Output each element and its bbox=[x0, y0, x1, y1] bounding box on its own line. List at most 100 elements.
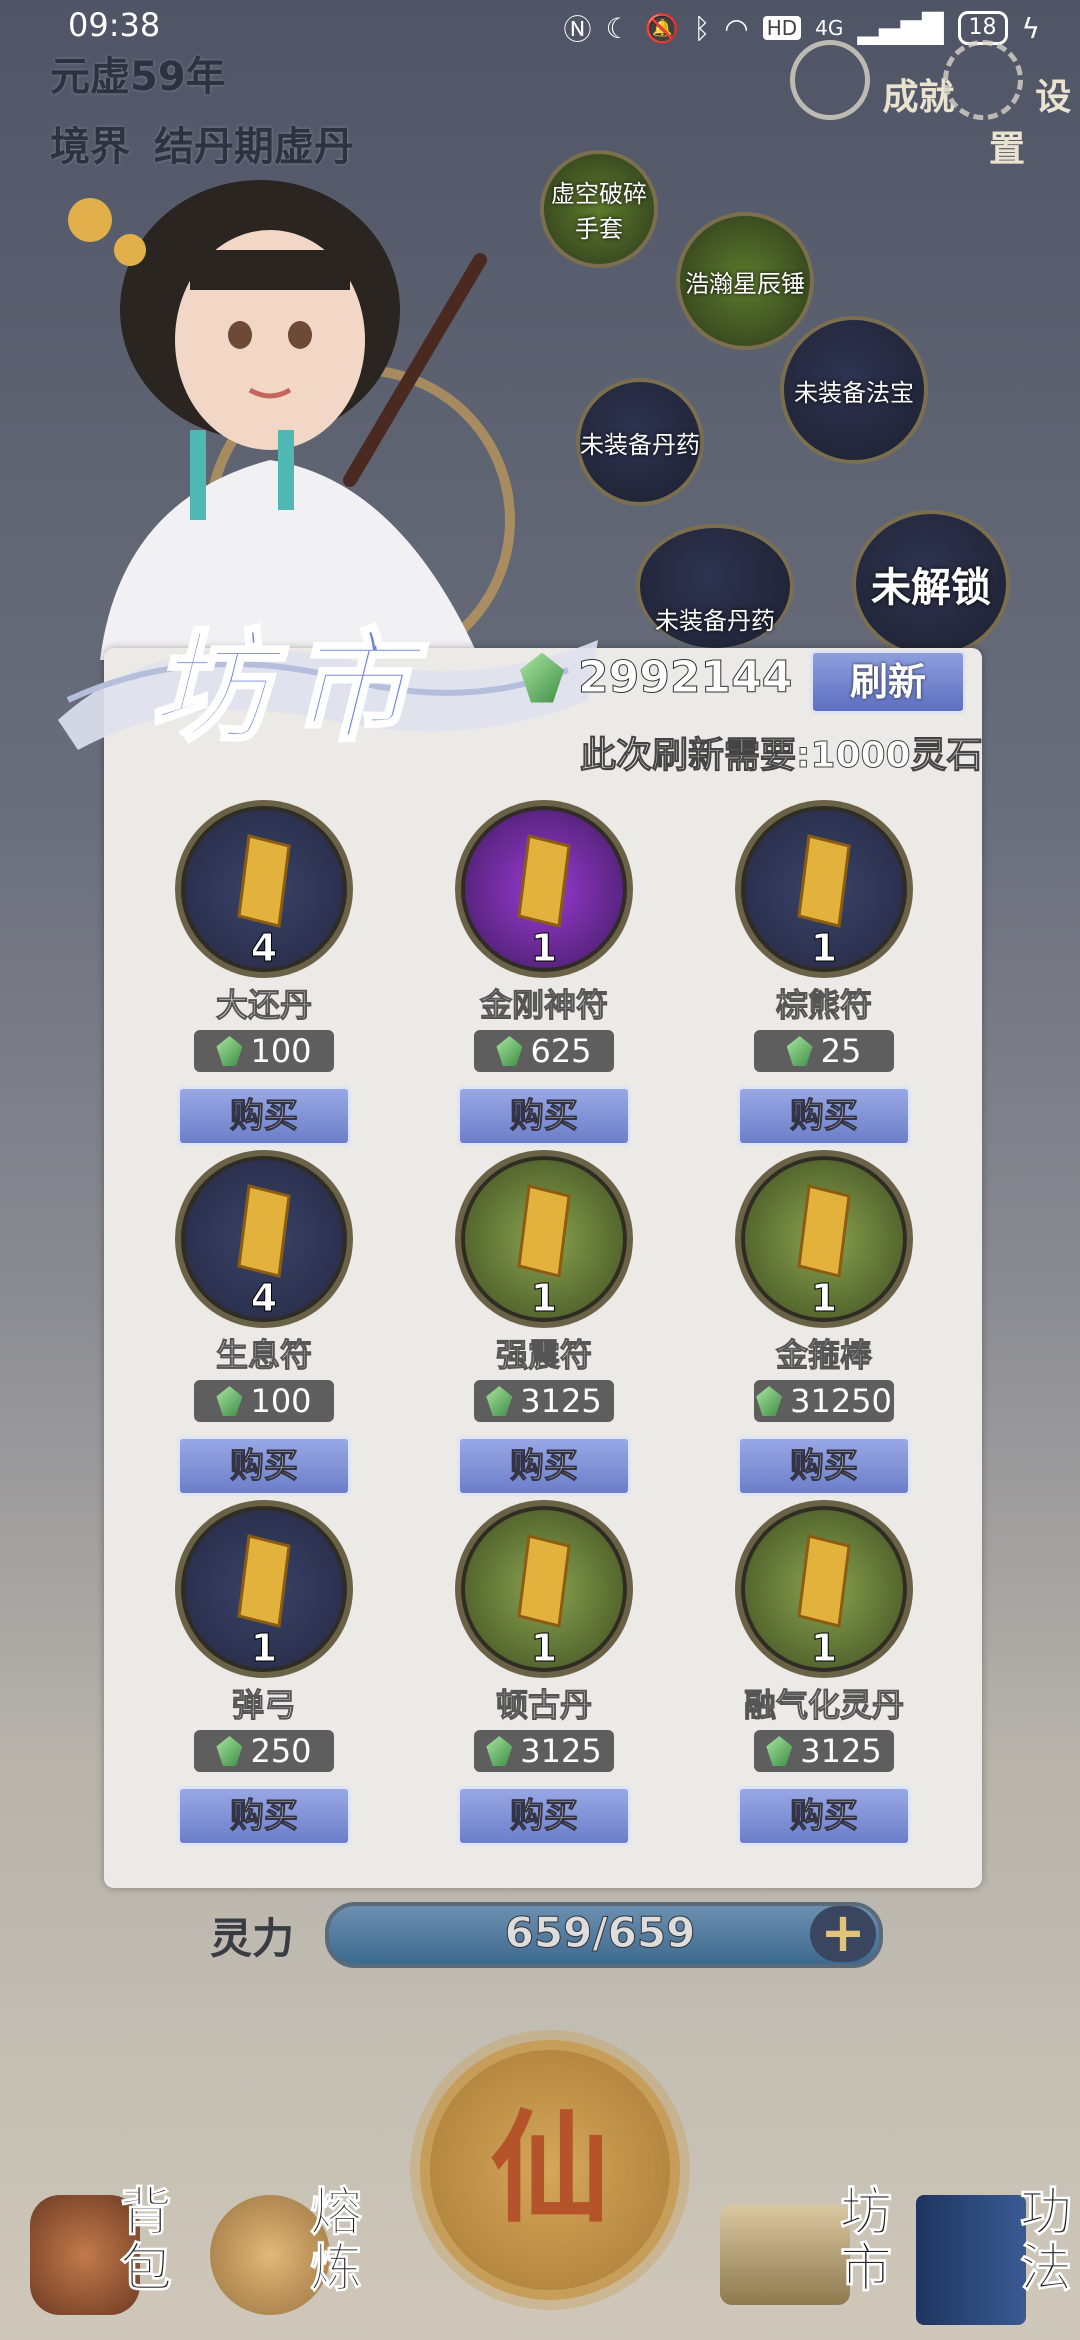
achievements-button[interactable]: 成就 bbox=[790, 40, 955, 120]
item-price-value: 3125 bbox=[520, 1732, 602, 1770]
nav-bag[interactable]: 背包 bbox=[20, 2175, 190, 2335]
item-price-value: 3125 bbox=[520, 1382, 602, 1420]
item-price-value: 25 bbox=[820, 1032, 862, 1070]
market-item: 1 金箍棒 31250 购买 bbox=[734, 1150, 914, 1496]
item-icon[interactable]: 1 bbox=[735, 800, 913, 978]
equip-slot-label: 虚空破碎手套 bbox=[551, 180, 647, 243]
spirit-stone-icon bbox=[496, 1036, 523, 1066]
cultivate-button[interactable]: 仙 bbox=[420, 2040, 680, 2300]
item-icon[interactable]: 1 bbox=[455, 800, 633, 978]
equip-slot-label: 未装备丹药 bbox=[655, 606, 775, 635]
market-item: 4 生息符 100 购买 bbox=[174, 1150, 354, 1496]
item-icon[interactable]: 1 bbox=[455, 1150, 633, 1328]
equip-slot-treasure[interactable]: 未装备法宝 bbox=[780, 316, 928, 464]
item-price-value: 100 bbox=[250, 1032, 312, 1070]
spirit-stone-icon bbox=[216, 1036, 243, 1066]
mute-icon: 🔕 bbox=[644, 11, 680, 45]
equip-slot-pill-1[interactable]: 未装备丹药 bbox=[576, 378, 704, 506]
item-art-icon bbox=[237, 1184, 291, 1278]
spirit-stone-icon bbox=[756, 1386, 783, 1416]
item-icon[interactable]: 1 bbox=[455, 1500, 633, 1678]
item-name: 弹弓 bbox=[231, 1686, 296, 1725]
item-quantity: 1 bbox=[810, 926, 838, 971]
buy-button[interactable]: 购买 bbox=[737, 1086, 911, 1146]
equip-slot-label: 未装备丹药 bbox=[580, 430, 700, 459]
equip-slot-gloves[interactable]: 虚空破碎手套 bbox=[540, 150, 658, 268]
item-art-icon bbox=[517, 834, 571, 928]
item-name: 棕熊符 bbox=[775, 986, 872, 1025]
item-name: 融气化灵丹 bbox=[743, 1686, 904, 1725]
settings-button[interactable]: 设置 bbox=[934, 40, 1080, 172]
bluetooth-icon: ᛒ bbox=[693, 11, 711, 45]
spirit-stone-icon bbox=[486, 1386, 513, 1416]
spirit-label: 灵力 bbox=[210, 1914, 295, 1963]
nav-bag-label: 背包 bbox=[119, 2183, 173, 2299]
item-icon[interactable]: 4 bbox=[175, 800, 353, 978]
market-title: 坊市 bbox=[148, 617, 430, 760]
item-name: 金刚神符 bbox=[479, 986, 608, 1025]
item-art-icon bbox=[237, 1534, 291, 1628]
buy-button[interactable]: 购买 bbox=[177, 1086, 351, 1146]
equip-slot-locked: 未解锁 bbox=[852, 510, 1010, 658]
item-price: 3125 bbox=[474, 1730, 614, 1772]
buy-button[interactable]: 购买 bbox=[457, 1786, 631, 1846]
market-item: 1 融气化灵丹 3125 购买 bbox=[734, 1500, 914, 1846]
moon-star-icon bbox=[790, 40, 870, 120]
item-icon[interactable]: 1 bbox=[735, 1500, 913, 1678]
spirit-stone-count: 2992144 bbox=[577, 652, 793, 704]
refresh-button[interactable]: 刷新 bbox=[810, 650, 966, 714]
scroll-icon bbox=[720, 2205, 850, 2305]
buy-button[interactable]: 购买 bbox=[737, 1786, 911, 1846]
item-price-value: 250 bbox=[250, 1732, 312, 1770]
item-name: 金箍棒 bbox=[775, 1336, 872, 1375]
spirit-stone-icon bbox=[216, 1386, 243, 1416]
item-name: 大还丹 bbox=[215, 986, 312, 1025]
nav-market[interactable]: 坊市 bbox=[710, 2175, 900, 2335]
equip-slot-pill-2[interactable]: 未装备丹药 bbox=[636, 524, 794, 648]
nav-skills-label: 功法 bbox=[1019, 2183, 1073, 2299]
item-art-icon bbox=[517, 1534, 571, 1628]
market-item: 1 顿古丹 3125 购买 bbox=[454, 1500, 634, 1846]
item-quantity: 1 bbox=[530, 1626, 558, 1671]
nfc-icon: Ⓝ bbox=[563, 13, 592, 46]
item-icon[interactable]: 4 bbox=[175, 1150, 353, 1328]
buy-button[interactable]: 购买 bbox=[457, 1436, 631, 1496]
market-item: 1 金刚神符 625 购买 bbox=[454, 800, 634, 1146]
item-quantity: 1 bbox=[250, 1626, 278, 1671]
book-icon bbox=[916, 2195, 1026, 2325]
equip-slot-label: 未解锁 bbox=[871, 565, 991, 611]
spirit-add-button[interactable]: + bbox=[810, 1906, 876, 1962]
item-price: 31250 bbox=[754, 1380, 894, 1422]
buy-button[interactable]: 购买 bbox=[177, 1786, 351, 1846]
item-art-icon bbox=[797, 834, 851, 928]
equip-slot-label: 未装备法宝 bbox=[794, 378, 914, 407]
item-art-icon bbox=[517, 1184, 571, 1278]
item-icon[interactable]: 1 bbox=[175, 1500, 353, 1678]
nav-refine[interactable]: 熔炼 bbox=[200, 2175, 380, 2335]
buy-button[interactable]: 购买 bbox=[177, 1436, 351, 1496]
nav-skills[interactable]: 功法 bbox=[910, 2175, 1080, 2335]
item-quantity: 4 bbox=[250, 1276, 278, 1321]
equip-slot-label: 浩瀚星辰锤 bbox=[685, 269, 805, 298]
buy-button[interactable]: 购买 bbox=[457, 1086, 631, 1146]
item-art-icon bbox=[237, 834, 291, 928]
year-display: 元虚59年 bbox=[50, 54, 226, 100]
item-art-icon bbox=[797, 1534, 851, 1628]
market-item: 4 大还丹 100 购买 bbox=[174, 800, 354, 1146]
equip-slot-hammer[interactable]: 浩瀚星辰锤 bbox=[676, 212, 814, 350]
signal-label: 4G bbox=[815, 16, 844, 40]
refresh-cost-text: 此次刷新需要:1000灵石 bbox=[580, 735, 984, 777]
spirit-stone-icon bbox=[786, 1036, 813, 1066]
item-art-icon bbox=[797, 1184, 851, 1278]
hd-icon: HD bbox=[762, 16, 802, 40]
market-item: 1 弹弓 250 购买 bbox=[174, 1500, 354, 1846]
item-price-value: 100 bbox=[250, 1382, 312, 1420]
item-quantity: 1 bbox=[810, 1276, 838, 1321]
item-icon[interactable]: 1 bbox=[735, 1150, 913, 1328]
item-price: 100 bbox=[194, 1380, 334, 1422]
clock: 09:38 bbox=[68, 6, 161, 44]
item-name: 顿古丹 bbox=[495, 1686, 592, 1725]
item-price: 3125 bbox=[754, 1730, 894, 1772]
buy-button[interactable]: 购买 bbox=[737, 1436, 911, 1496]
spirit-stone-icon bbox=[520, 652, 564, 703]
